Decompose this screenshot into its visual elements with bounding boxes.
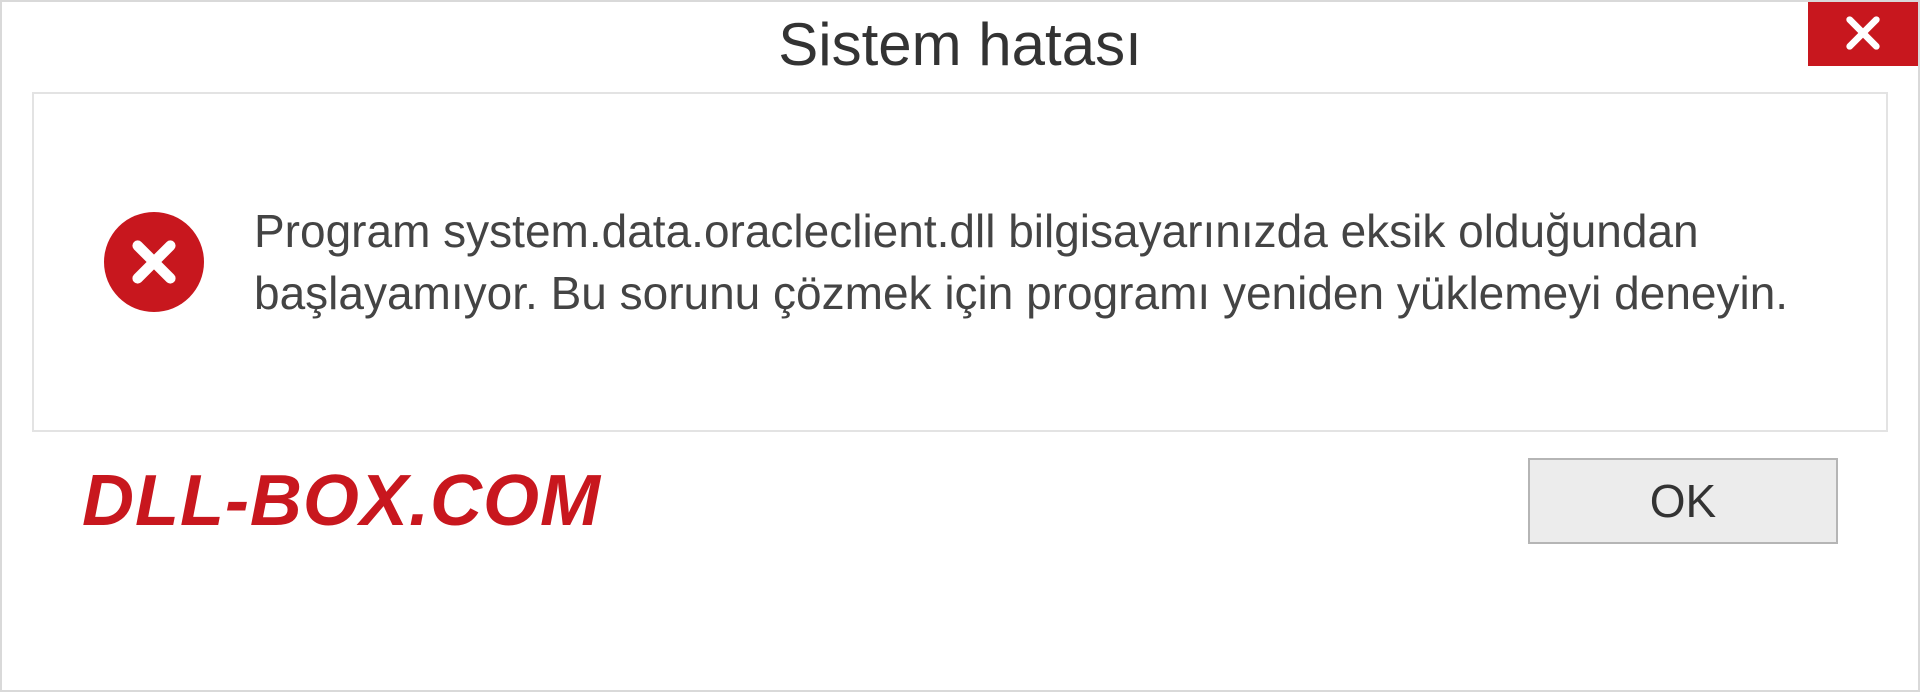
dialog-footer: DLL-BOX.COM OK [32, 432, 1888, 554]
message-panel: Program system.data.oracleclient.dll bil… [32, 92, 1888, 432]
dialog-title: Sistem hatası [778, 2, 1142, 79]
close-icon [1843, 13, 1883, 56]
ok-button[interactable]: OK [1528, 458, 1838, 544]
error-icon [104, 212, 204, 312]
watermark-text: DLL-BOX.COM [82, 460, 601, 542]
error-dialog: Sistem hatası Program system.data.oracle… [0, 0, 1920, 692]
dialog-body: Program system.data.oracleclient.dll bil… [2, 92, 1918, 690]
titlebar: Sistem hatası [2, 2, 1918, 92]
error-message: Program system.data.oracleclient.dll bil… [254, 200, 1816, 324]
close-button[interactable] [1808, 2, 1918, 66]
